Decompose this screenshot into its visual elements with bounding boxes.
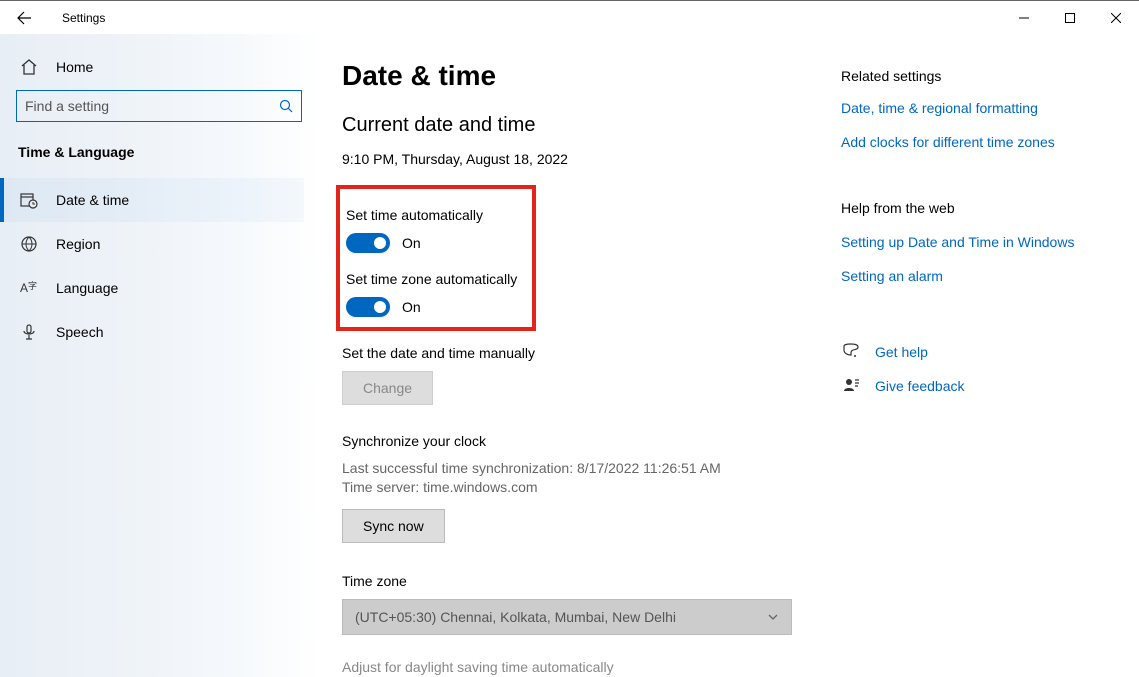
dst-label: Adjust for daylight saving time automati… xyxy=(342,659,831,675)
search-box[interactable] xyxy=(16,90,302,122)
feedback-icon xyxy=(841,376,861,396)
current-heading: Current date and time xyxy=(342,114,831,137)
change-button[interactable]: Change xyxy=(342,371,433,405)
minimize-icon xyxy=(1019,13,1029,23)
back-button[interactable] xyxy=(0,1,48,35)
sidebar: Home Time & Language Date & time Region xyxy=(0,34,320,677)
nav-list: Date & time Region A字 Language Speech xyxy=(0,178,304,354)
maximize-button[interactable] xyxy=(1047,1,1093,35)
search-input[interactable] xyxy=(25,98,279,114)
title-bar: Settings xyxy=(0,0,1139,34)
microphone-icon xyxy=(20,323,38,341)
language-icon: A字 xyxy=(20,279,38,297)
content-column: Date & time Current date and time 9:10 P… xyxy=(342,60,831,677)
auto-tz-label: Set time zone automatically xyxy=(346,271,522,287)
home-nav[interactable]: Home xyxy=(16,48,304,90)
window-title: Settings xyxy=(62,11,105,25)
home-icon xyxy=(20,58,38,76)
tz-label: Time zone xyxy=(342,573,831,589)
sync-info: Last successful time synchronization: 8/… xyxy=(342,459,831,497)
section-header: Time & Language xyxy=(18,144,304,160)
svg-text:A: A xyxy=(20,281,28,295)
auto-tz-state: On xyxy=(402,299,421,315)
sync-server: Time server: time.windows.com xyxy=(342,478,831,497)
sync-last: Last successful time synchronization: 8/… xyxy=(342,459,831,478)
link-setting-alarm[interactable]: Setting an alarm xyxy=(841,268,1111,284)
nav-label: Speech xyxy=(56,324,103,340)
manual-label: Set the date and time manually xyxy=(342,345,831,361)
main-area: Date & time Current date and time 9:10 P… xyxy=(320,34,1139,677)
link-add-clocks[interactable]: Add clocks for different time zones xyxy=(841,134,1111,150)
get-help-row[interactable]: Get help xyxy=(841,342,1111,362)
sync-now-button[interactable]: Sync now xyxy=(342,509,445,543)
calendar-clock-icon xyxy=(20,191,38,209)
nav-item-speech[interactable]: Speech xyxy=(0,310,304,354)
tz-value: (UTC+05:30) Chennai, Kolkata, Mumbai, Ne… xyxy=(355,609,676,625)
tz-dropdown[interactable]: (UTC+05:30) Chennai, Kolkata, Mumbai, Ne… xyxy=(342,599,792,635)
nav-item-region[interactable]: Region xyxy=(0,222,304,266)
close-button[interactable] xyxy=(1093,1,1139,35)
right-column: Related settings Date, time & regional f… xyxy=(831,60,1111,677)
related-heading: Related settings xyxy=(841,68,1111,84)
get-help-link[interactable]: Get help xyxy=(875,344,928,360)
feedback-link[interactable]: Give feedback xyxy=(875,378,965,394)
highlight-annotation: Set time automatically On Set time zone … xyxy=(336,185,536,331)
nav-label: Date & time xyxy=(56,192,129,208)
nav-item-language[interactable]: A字 Language xyxy=(0,266,304,310)
nav-label: Region xyxy=(56,236,100,252)
link-setup-datetime[interactable]: Setting up Date and Time in Windows xyxy=(841,234,1111,250)
nav-label: Language xyxy=(56,280,118,296)
auto-time-label: Set time automatically xyxy=(346,207,522,223)
feedback-row[interactable]: Give feedback xyxy=(841,376,1111,396)
maximize-icon xyxy=(1065,13,1075,23)
home-label: Home xyxy=(56,59,93,75)
close-icon xyxy=(1111,13,1121,23)
link-regional-formatting[interactable]: Date, time & regional formatting xyxy=(841,100,1111,116)
auto-tz-toggle[interactable] xyxy=(346,297,390,317)
nav-item-date-time[interactable]: Date & time xyxy=(0,178,304,222)
chevron-down-icon xyxy=(767,611,779,623)
arrow-left-icon xyxy=(16,10,32,26)
globe-icon xyxy=(20,235,38,253)
auto-time-state: On xyxy=(402,235,421,251)
help-heading: Help from the web xyxy=(841,200,1111,216)
minimize-button[interactable] xyxy=(1001,1,1047,35)
auto-time-toggle[interactable] xyxy=(346,233,390,253)
search-icon xyxy=(279,99,293,113)
sync-heading: Synchronize your clock xyxy=(342,433,831,449)
current-datetime: 9:10 PM, Thursday, August 18, 2022 xyxy=(342,151,831,167)
window-controls xyxy=(1001,1,1139,35)
help-icon xyxy=(841,342,861,362)
page-title: Date & time xyxy=(342,60,831,92)
svg-text:字: 字 xyxy=(28,280,37,291)
